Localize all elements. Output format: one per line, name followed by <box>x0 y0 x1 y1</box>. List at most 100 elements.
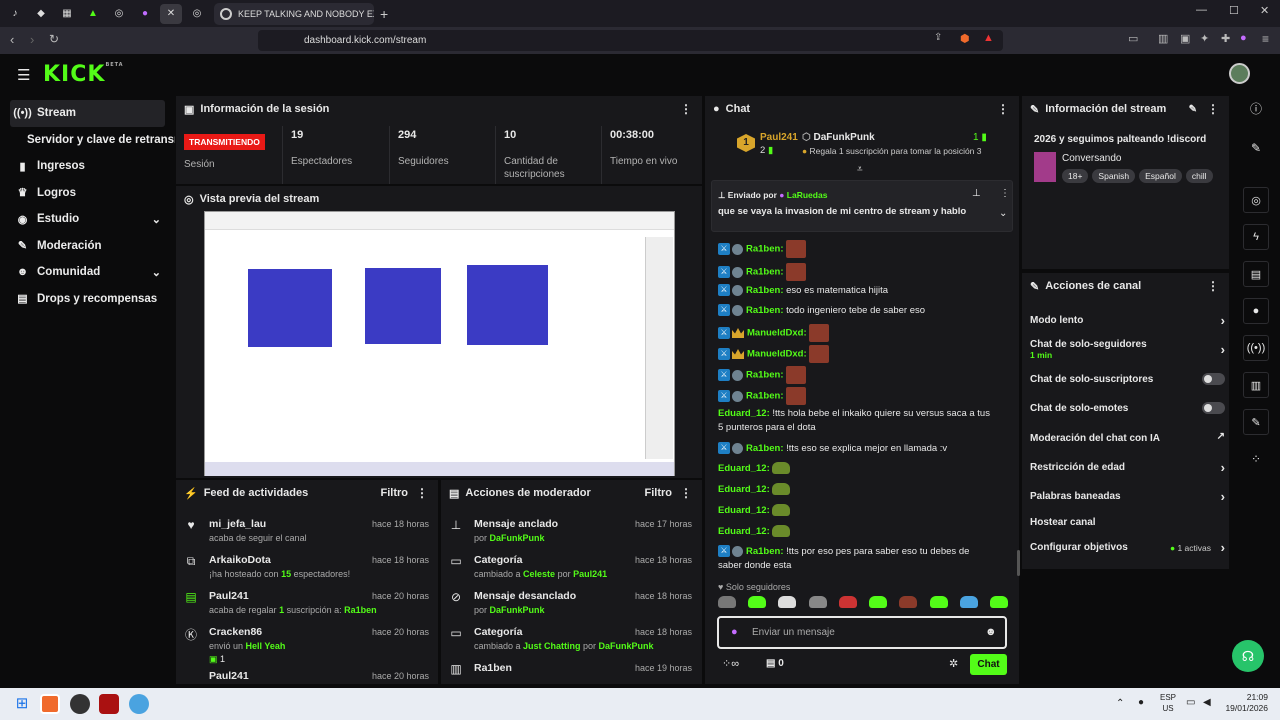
chat-username[interactable]: ManueldDxd: <box>747 328 807 339</box>
chat-username[interactable]: Eduard_12: <box>718 526 770 537</box>
minimize-button[interactable]: — <box>1196 4 1207 16</box>
reader-icon[interactable]: ▭ <box>1128 32 1138 45</box>
emote-icon[interactable] <box>748 596 767 608</box>
action-palabras-baneadas[interactable]: Palabras baneadas › <box>1030 489 1225 504</box>
chat-username[interactable]: Eduard_12: <box>718 505 770 516</box>
more-options-icon[interactable]: ⋮ <box>1207 279 1219 293</box>
sidebar-item-server-key[interactable]: Servidor y clave de retransmisión <box>0 127 175 154</box>
support-headset-icon[interactable]: ☊ <box>1232 640 1264 672</box>
sidebar-item-drops[interactable]: ▤ Drops y recompensas <box>0 286 175 313</box>
chat-username[interactable]: Ra1ben: <box>746 391 783 402</box>
rewards-icon[interactable]: ▲ <box>983 32 994 44</box>
pin-icon[interactable]: ⊥ <box>972 188 981 199</box>
menu-icon[interactable]: ≡ <box>1262 32 1269 46</box>
sidebar-item-moderacion[interactable]: ✎ Moderación <box>0 233 175 260</box>
obs-taskbar-icon[interactable] <box>70 694 90 714</box>
network-icon[interactable]: ▭ <box>1186 697 1195 708</box>
sidebar-item-ingresos[interactable]: ▮ Ingresos <box>0 153 175 180</box>
pinned-tab-chrome[interactable]: ◎ <box>108 4 130 24</box>
sidebar-item-stream[interactable]: ((•)) Stream <box>10 100 165 127</box>
chat-username[interactable]: Ra1ben: <box>746 305 783 316</box>
more-options-icon[interactable]: ⋮ <box>1207 102 1219 116</box>
send-chat-button[interactable]: Chat <box>970 654 1007 675</box>
chat-username[interactable]: Ra1ben: <box>746 370 783 381</box>
chat-username[interactable]: Ra1ben: <box>746 267 783 278</box>
pinned-tab-muted[interactable]: ✕ <box>160 3 182 24</box>
chat-username[interactable]: Ra1ben: <box>746 244 783 255</box>
rail-button-broadcast[interactable]: ((•)) <box>1243 335 1269 361</box>
points-icon[interactable]: ⁘∞ <box>722 657 739 670</box>
rail-button-layout[interactable]: ▥ <box>1243 372 1269 398</box>
gift-points[interactable]: ▤ 0 <box>766 658 784 669</box>
action-moderacion-ia[interactable]: Moderación del chat con IA ↗ <box>1030 431 1225 444</box>
action-restriccion-edad[interactable]: Restricción de edad › <box>1030 460 1225 475</box>
mod-filter-button[interactable]: Filtro <box>645 487 673 499</box>
emote-icon[interactable] <box>808 596 827 608</box>
pinned-tab-sheets[interactable]: ▦ <box>56 4 78 24</box>
chat-username[interactable]: Ra1ben: <box>746 443 783 454</box>
mic-tray-icon[interactable]: ● <box>1138 697 1144 708</box>
sidebar-item-comunidad[interactable]: ☻ Comunidad ⌄ <box>0 259 175 286</box>
rail-button-camera[interactable]: ◎ <box>1243 187 1269 213</box>
emote-icon[interactable] <box>959 596 978 608</box>
emote-icon[interactable] <box>929 596 948 608</box>
collapse-icon[interactable]: ⩡ <box>857 164 863 175</box>
pinned-tab-green[interactable]: ▲ <box>82 4 104 24</box>
sidebar-toggle-icon[interactable]: ▥ <box>1158 32 1168 45</box>
emote-icon[interactable] <box>899 596 918 608</box>
pinned-tab-chrome-2[interactable]: ◎ <box>186 4 208 24</box>
emoji-icon[interactable]: ☻ <box>985 626 997 638</box>
share-icon[interactable]: ⇪ <box>934 32 942 43</box>
stream-preview[interactable] <box>204 211 675 476</box>
url-field[interactable]: dashboard.kick.com/stream <box>258 30 1003 51</box>
more-options-icon[interactable]: ⋮ <box>680 102 692 116</box>
emote-icon[interactable] <box>838 596 857 608</box>
chat-username[interactable]: Ra1ben: <box>746 285 783 296</box>
pinned-tab-tiktok[interactable]: ♪ <box>4 4 26 24</box>
action-solo-emotes[interactable]: Chat de solo-emotes <box>1030 402 1225 414</box>
edit-icon[interactable]: ✎ <box>1243 141 1269 155</box>
reload-icon[interactable]: ↻ <box>49 32 59 46</box>
emote-icon[interactable] <box>778 596 797 608</box>
avatar[interactable] <box>1229 63 1250 84</box>
chat-input[interactable]: ● Enviar un mensaje ☻ <box>717 616 1007 649</box>
rail-button-tools[interactable]: ✎ <box>1243 409 1269 435</box>
settings-gear-icon[interactable]: ✲ <box>949 657 958 670</box>
tray-chevron-up-icon[interactable]: ⌃ <box>1116 698 1124 709</box>
edit-icon[interactable]: ✎ <box>1189 104 1197 115</box>
rail-button-bolt[interactable]: ϟ <box>1243 224 1269 250</box>
emote-icon[interactable] <box>869 596 888 608</box>
brave-shield-icon[interactable]: ⬢ <box>960 32 970 45</box>
hamburger-menu-icon[interactable]: ☰ <box>17 66 30 84</box>
action-solo-suscriptores[interactable]: Chat de solo-suscriptores <box>1030 373 1225 385</box>
new-tab-button[interactable]: + <box>380 6 388 22</box>
top-cta[interactable]: ● Regala 1 suscripción para tomar la pos… <box>802 146 982 156</box>
chevron-down-icon[interactable]: ⌄ <box>999 208 1007 219</box>
language-indicator[interactable]: ESP US <box>1160 692 1176 714</box>
apps-icon[interactable]: ⁘ <box>1243 452 1269 466</box>
pinned-tab-app[interactable]: ◆ <box>30 4 52 24</box>
back-icon[interactable]: ‹ <box>10 32 14 47</box>
chat-username[interactable]: Eduard_12: <box>718 408 770 419</box>
maximize-button[interactable]: ☐ <box>1229 4 1239 17</box>
forward-icon[interactable]: › <box>30 32 34 47</box>
more-options-icon[interactable]: ⋮ <box>1000 188 1010 199</box>
ai-icon[interactable]: ✦ <box>1200 32 1209 45</box>
pinned-tab-purple[interactable]: ● <box>134 4 156 24</box>
sidebar-item-estudio[interactable]: ◉ Estudio ⌄ <box>0 206 175 233</box>
windows-start-icon[interactable]: ⊞ <box>12 694 32 714</box>
app-taskbar-icon[interactable] <box>129 694 149 714</box>
close-window-button[interactable]: ✕ <box>1260 4 1269 17</box>
info-icon[interactable]: ⓘ <box>1243 100 1269 117</box>
toggle-switch[interactable] <box>1202 402 1225 414</box>
more-options-icon[interactable]: ⋮ <box>416 486 428 500</box>
chat-username[interactable]: Eduard_12: <box>718 484 770 495</box>
action-modo-lento[interactable]: Modo lento › <box>1030 313 1225 328</box>
chat-username[interactable]: Ra1ben: <box>746 546 783 557</box>
action-hostear-canal[interactable]: Hostear canal <box>1030 517 1225 528</box>
emote-icon[interactable] <box>718 596 736 608</box>
feed-filter-button[interactable]: Filtro <box>381 487 409 499</box>
dota-taskbar-icon[interactable] <box>99 694 119 714</box>
brave-taskbar-icon[interactable] <box>40 694 60 714</box>
kick-logo[interactable]: KICKBETA <box>43 62 124 87</box>
